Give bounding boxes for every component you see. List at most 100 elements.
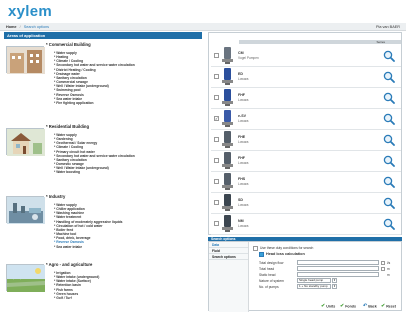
series-name[interactable]: FHE (238, 135, 245, 139)
series-name[interactable]: FHF (238, 93, 245, 97)
series-column-header[interactable]: Series (239, 40, 401, 44)
reset-button[interactable]: ✔Reset (381, 304, 396, 309)
user-name[interactable]: Pia van BAER (376, 23, 400, 31)
series-checkbox[interactable] (214, 179, 219, 184)
series-row[interactable]: NM Lowara (211, 213, 401, 235)
area-title[interactable]: * Industry (46, 194, 65, 199)
breadcrumb-separator: / (19, 25, 21, 29)
industry-image[interactable] (6, 196, 45, 224)
series-checkbox[interactable] (214, 53, 219, 58)
tab-search-options[interactable]: Search options (209, 254, 248, 260)
magnifier-icon[interactable] (383, 176, 395, 188)
pump-image[interactable] (221, 214, 234, 233)
number-of-pumps-select[interactable]: 1 + No standby pump (297, 284, 331, 289)
series-checkbox[interactable] (214, 95, 219, 100)
checkmark-icon: ✔ (321, 303, 326, 309)
series-checkbox[interactable]: ✓ (214, 116, 219, 121)
back-button[interactable]: ↶Back (363, 304, 377, 309)
fonts-label: Fonds (345, 304, 356, 309)
series-checkbox[interactable] (214, 137, 219, 142)
series-brand: Lowara (238, 140, 249, 144)
magnifier-icon[interactable] (383, 155, 395, 167)
series-brand: Lowara (238, 119, 249, 123)
series-row[interactable]: FHE Lowara (211, 129, 401, 151)
pump-image[interactable] (221, 193, 234, 212)
static-head-input[interactable] (297, 272, 379, 277)
series-brand: Lowara (238, 182, 249, 186)
total-design-flow-input[interactable] (297, 260, 379, 265)
reset-label: Reset (386, 304, 396, 309)
area-residential[interactable]: * Residential Building * Water supply * … (4, 124, 202, 186)
series-name[interactable]: CM (238, 51, 244, 55)
series-checkbox[interactable] (214, 221, 219, 226)
area-agriculture[interactable]: * Agro - and agriculture * Irrigation * … (4, 262, 202, 318)
application-list: * Irrigation * Water intake (underground… (54, 271, 99, 300)
series-row[interactable]: ✓ e-SV Lowara (211, 108, 401, 130)
units-button[interactable]: ✔Units (321, 304, 335, 309)
pump-image[interactable] (221, 172, 234, 191)
magnifier-icon[interactable] (383, 92, 395, 104)
series-row[interactable]: SD Lowara (211, 192, 401, 214)
pump-image[interactable] (221, 109, 234, 128)
flow-unit: l/s (387, 261, 391, 265)
series-name[interactable]: e-SV (238, 114, 246, 118)
magnifier-icon[interactable] (383, 113, 395, 125)
breadcrumb: Home / Search options Pia van BAER (0, 23, 406, 31)
app-item[interactable]: * Sea water intake (54, 245, 123, 249)
magnifier-icon[interactable] (383, 197, 395, 209)
magnifier-icon[interactable] (383, 218, 395, 230)
areas-header: Areas of application (4, 32, 202, 39)
series-name[interactable]: SD (238, 198, 243, 202)
pump-image[interactable] (221, 151, 234, 170)
series-checkbox[interactable] (214, 74, 219, 79)
pump-image[interactable] (221, 130, 234, 149)
chevron-down-icon[interactable]: ▾ (332, 284, 337, 289)
field-label: Total head (259, 267, 275, 271)
area-title[interactable]: * Commercial Building (46, 42, 91, 47)
app-item[interactable]: * Fire fighting application (54, 101, 135, 105)
series-name[interactable]: ED (238, 72, 243, 76)
field-label: No. of pumps (259, 285, 279, 289)
head-checkbox[interactable] (381, 266, 385, 271)
application-list: * Water supply * Gardening * Geothermal … (54, 133, 135, 175)
pump-image[interactable] (221, 67, 234, 86)
series-row[interactable]: FHF Lowara (211, 150, 401, 172)
series-name[interactable]: FHS (238, 177, 245, 181)
series-checkbox[interactable] (214, 158, 219, 163)
series-brand: Lowara (238, 161, 249, 165)
series-row[interactable]: CM Vogel Pumpen (211, 45, 401, 67)
series-row[interactable]: FHS Lowara (211, 171, 401, 193)
breadcrumb-home[interactable]: Home (6, 25, 17, 29)
series-row[interactable]: FHF Lowara (211, 87, 401, 109)
head-loss-checkbox[interactable] (259, 252, 264, 257)
head-loss-label: Head loss calculation (266, 252, 305, 256)
series-checkbox[interactable] (214, 200, 219, 205)
area-title[interactable]: * Agro - and agriculture (46, 262, 92, 267)
series-name[interactable]: NM (238, 219, 244, 223)
pump-image[interactable] (221, 46, 234, 65)
app-item[interactable]: * Water boosting (54, 170, 135, 174)
area-commercial[interactable]: * Commercial Building * Water supply * H… (4, 42, 202, 110)
checkmark-icon: ✔ (381, 303, 386, 309)
app-item[interactable]: * Golf / Turf (54, 296, 99, 300)
nature-of-system-select[interactable]: Single head pump (297, 278, 331, 283)
use-conditions-checkbox[interactable] (253, 246, 258, 251)
flow-checkbox[interactable] (381, 260, 385, 265)
residential-building-image[interactable] (6, 128, 45, 156)
area-title[interactable]: * Residential Building (46, 124, 89, 129)
series-brand: Vogel Pumpen (238, 56, 259, 60)
magnifier-icon[interactable] (383, 50, 395, 62)
pump-image[interactable] (221, 88, 234, 107)
chevron-down-icon[interactable]: ▾ (332, 278, 337, 283)
agriculture-image[interactable] (6, 264, 45, 292)
area-industry[interactable]: * Industry * Water supply * Chiller appl… (4, 194, 202, 258)
series-name[interactable]: FHF (238, 156, 245, 160)
series-brand: Lowara (238, 98, 249, 102)
magnifier-icon[interactable] (383, 71, 395, 83)
xylem-logo[interactable]: xylem (8, 3, 52, 20)
total-head-input[interactable] (297, 266, 379, 271)
magnifier-icon[interactable] (383, 134, 395, 146)
series-row[interactable]: ED Lowara (211, 66, 401, 88)
commercial-building-image[interactable] (6, 46, 45, 74)
fonts-button[interactable]: ✔Fonds (340, 304, 356, 309)
